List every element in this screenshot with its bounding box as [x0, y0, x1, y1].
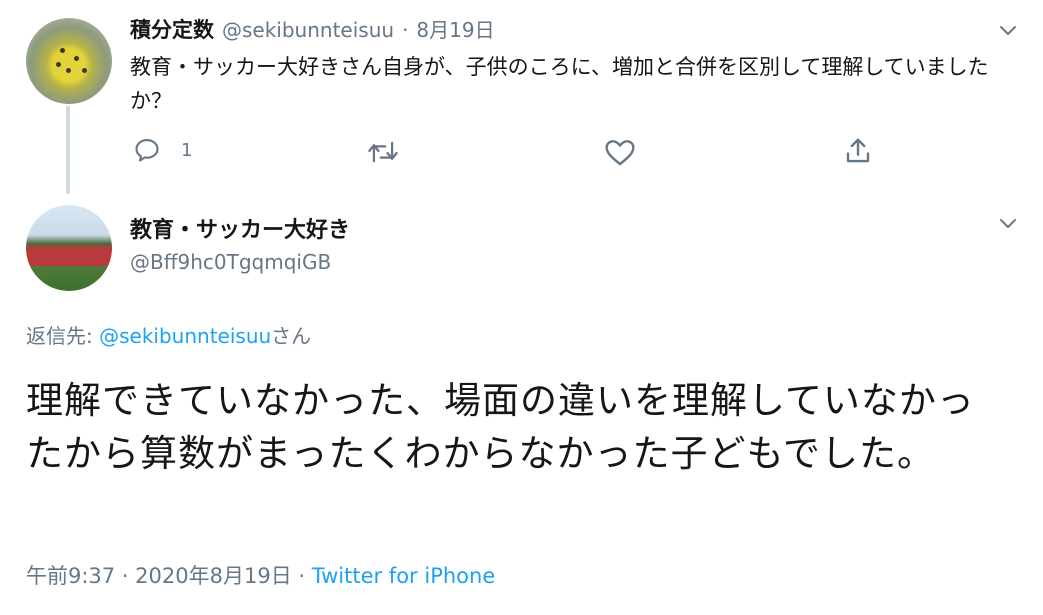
- reply-button[interactable]: 1: [133, 136, 192, 164]
- avatar[interactable]: [26, 18, 112, 104]
- display-name[interactable]: 積分定数: [130, 14, 214, 44]
- user-handle[interactable]: @Bff9hc0TgqmqiGB: [130, 250, 331, 274]
- meta-separator: ·: [291, 564, 312, 588]
- tweet-text: 教育・サッカー大好きさん自身が、子供のころに、増加と合併を区別して理解していまし…: [130, 55, 989, 113]
- avatar[interactable]: [26, 205, 112, 291]
- separator: ·: [402, 18, 409, 42]
- share-icon[interactable]: [843, 136, 873, 166]
- replying-to-handle-link[interactable]: @sekibunnteisuu: [99, 324, 271, 348]
- reply-count: 1: [181, 139, 193, 161]
- like-icon[interactable]: [604, 137, 636, 167]
- chevron-down-icon[interactable]: [998, 20, 1018, 40]
- tweet-meta: 午前9:37 · 2020年8月19日 · Twitter for iPhone: [26, 560, 495, 590]
- retweet-icon[interactable]: [366, 138, 400, 166]
- tweet-timestamp[interactable]: 午前9:37 · 2020年8月19日: [26, 564, 292, 588]
- chevron-down-icon[interactable]: [998, 213, 1018, 233]
- tweet-date[interactable]: 8月19日: [416, 14, 494, 43]
- parent-tweet-header: 積分定数 @sekibunnteisuu · 8月19日: [130, 14, 495, 44]
- replying-to-label: 返信先:: [26, 324, 100, 348]
- replying-to: 返信先: @sekibunnteisuuさん: [26, 320, 311, 349]
- user-handle[interactable]: @sekibunnteisuu: [222, 18, 394, 42]
- replying-to-suffix: さん: [271, 324, 312, 348]
- tweet-text: 理解できていなかった、場面の違いを理解していなかったから算数がまったくわからなか…: [26, 379, 975, 475]
- display-name[interactable]: 教育・サッカー大好き: [130, 212, 350, 244]
- tweet-source-link[interactable]: Twitter for iPhone: [312, 564, 496, 588]
- reply-icon: [135, 139, 159, 162]
- thread-connector: [66, 106, 70, 194]
